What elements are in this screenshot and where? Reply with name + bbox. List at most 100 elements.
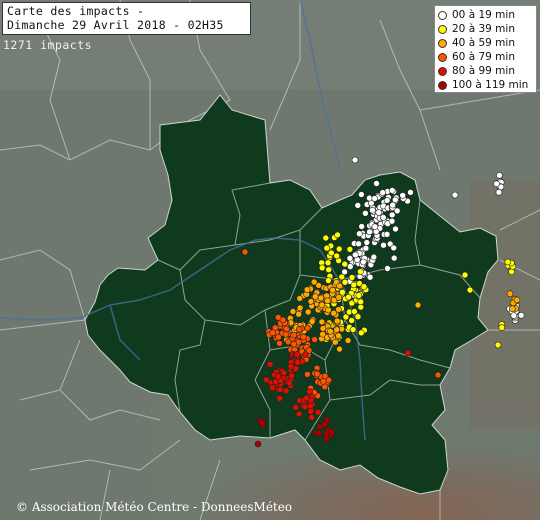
impact-point xyxy=(338,273,346,281)
impact-point xyxy=(336,282,343,290)
impact-point xyxy=(313,370,321,378)
impact-point xyxy=(285,379,293,387)
impact-point xyxy=(241,248,249,256)
impact-point xyxy=(307,408,315,415)
impact-point xyxy=(323,429,331,437)
impact-point xyxy=(333,317,341,325)
legend-label: 100 à 119 min xyxy=(452,79,529,91)
impact-point xyxy=(388,217,396,225)
impact-point xyxy=(308,413,316,421)
impact-point xyxy=(330,309,338,317)
impact-point xyxy=(322,234,330,242)
legend-row: 60 à 79 min xyxy=(438,50,515,64)
impact-point xyxy=(335,294,343,301)
impact-point xyxy=(517,311,525,319)
impact-point xyxy=(328,249,335,257)
legend-label: 40 à 59 min xyxy=(452,37,515,49)
impact-point xyxy=(363,239,371,246)
impact-point xyxy=(388,187,396,194)
impact-point xyxy=(282,331,290,338)
relief-east xyxy=(470,180,540,430)
impact-point xyxy=(317,294,325,302)
impact-point xyxy=(379,214,387,221)
impact-point xyxy=(290,331,298,339)
impact-point xyxy=(327,327,334,335)
impact-point xyxy=(461,271,469,279)
impact-point xyxy=(314,408,322,416)
impact-point xyxy=(311,293,319,300)
impact-point xyxy=(345,293,352,301)
title-line-1: Carte des impacts - xyxy=(7,4,145,18)
impact-point xyxy=(316,423,324,430)
impact-point xyxy=(350,281,358,289)
impact-point xyxy=(466,286,474,294)
impact-point xyxy=(310,278,318,286)
impact-point xyxy=(325,266,333,274)
impact-point xyxy=(508,305,516,313)
impact-point xyxy=(307,298,315,305)
impact-point xyxy=(333,252,341,260)
legend-swatch-icon xyxy=(438,66,447,76)
impact-point xyxy=(388,211,396,219)
impact-point xyxy=(274,372,282,380)
impact-point xyxy=(269,384,276,392)
legend-swatch-icon xyxy=(438,10,447,20)
impact-point xyxy=(341,260,349,268)
impact-point xyxy=(362,210,369,217)
impact-point xyxy=(508,268,515,276)
impact-point xyxy=(289,308,297,315)
impact-point xyxy=(346,254,354,262)
impact-point xyxy=(295,326,303,333)
impact-point xyxy=(266,360,274,368)
impact-point xyxy=(349,326,357,333)
impact-point xyxy=(282,387,290,395)
impact-point xyxy=(333,326,341,333)
impact-point xyxy=(280,369,288,377)
impact-point xyxy=(380,241,387,249)
impact-point xyxy=(504,258,512,266)
impact-point xyxy=(259,418,266,426)
impact-point xyxy=(390,254,398,262)
impact-point xyxy=(371,223,379,230)
impact-point xyxy=(318,264,326,272)
impact-point xyxy=(375,209,383,216)
impact-point xyxy=(366,228,373,236)
credit-text: © Association Météo Centre - DonneesMéte… xyxy=(16,500,293,514)
impact-point xyxy=(318,318,326,326)
impact-point xyxy=(292,403,300,411)
impact-point xyxy=(276,340,283,347)
impact-point xyxy=(346,263,354,270)
title-line-2: Dimanche 29 Avril 2018 - 02H35 xyxy=(7,18,224,32)
impact-point xyxy=(303,286,311,294)
impact-point xyxy=(296,295,304,302)
impact-point xyxy=(451,191,459,199)
impact-point xyxy=(493,180,500,188)
impact-point xyxy=(336,345,343,353)
legend-row: 40 à 59 min xyxy=(438,36,515,50)
impact-point xyxy=(339,288,346,296)
impact-point xyxy=(494,341,502,349)
impact-point xyxy=(323,435,330,443)
impact-point xyxy=(389,201,397,209)
impact-point xyxy=(296,304,304,312)
impact-point xyxy=(357,329,365,337)
lightning-map: Carte des impacts - Dimanche 29 Avril 20… xyxy=(0,0,540,520)
impact-point xyxy=(304,308,312,316)
impact-point xyxy=(495,189,503,196)
impact-point xyxy=(321,383,329,391)
impact-point xyxy=(290,340,298,348)
impact-point xyxy=(288,372,295,380)
legend-label: 60 à 79 min xyxy=(452,51,515,63)
impact-point xyxy=(324,297,331,305)
impact-point xyxy=(393,207,401,215)
impact-point xyxy=(407,189,414,196)
impact-point xyxy=(358,191,365,198)
impact-point xyxy=(369,206,376,214)
impact-point xyxy=(342,313,350,321)
impact-point xyxy=(358,223,366,230)
impact-point xyxy=(390,244,398,252)
impact-point xyxy=(325,306,332,314)
impact-point xyxy=(362,244,370,252)
impact-point xyxy=(276,386,284,393)
impact-point xyxy=(254,440,262,448)
